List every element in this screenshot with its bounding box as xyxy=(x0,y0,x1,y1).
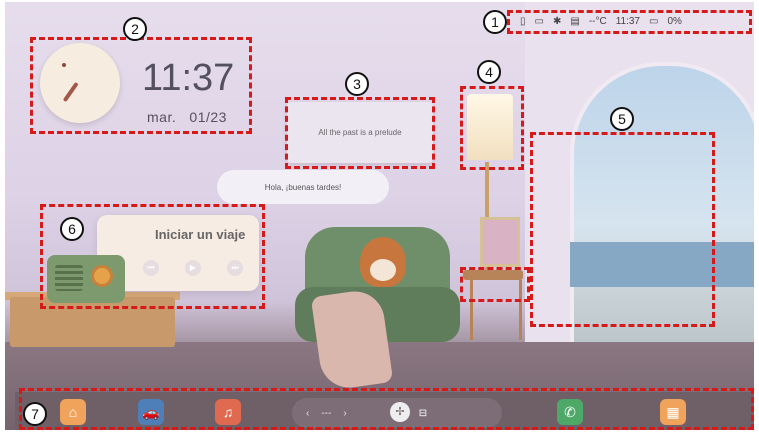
annotation-number-3: 3 xyxy=(345,72,369,96)
home-screen: 11:37 mar. 01/23 All the past is a prelu… xyxy=(5,2,754,430)
greeting-bubble[interactable]: Hola, ¡buenas tardes! xyxy=(217,170,389,204)
annotation-number-5: 5 xyxy=(610,107,634,131)
annotation-box-1 xyxy=(507,10,752,34)
annotation-number-6: 6 xyxy=(60,217,84,241)
annotation-box-4 xyxy=(460,86,524,170)
greeting-text: Hola, ¡buenas tardes! xyxy=(264,182,342,192)
cat-avatar[interactable] xyxy=(360,237,406,287)
annotation-number-1: 1 xyxy=(483,10,507,34)
annotation-number-7: 7 xyxy=(23,402,47,426)
annotation-box-5 xyxy=(530,132,715,327)
annotation-box-3 xyxy=(285,97,435,169)
annotation-box-5b xyxy=(460,267,530,302)
annotation-number-4: 4 xyxy=(477,60,501,84)
photo-frame[interactable] xyxy=(480,217,520,267)
annotation-box-7 xyxy=(19,388,754,430)
annotation-box-2 xyxy=(30,37,252,134)
annotation-number-2: 2 xyxy=(123,17,147,41)
